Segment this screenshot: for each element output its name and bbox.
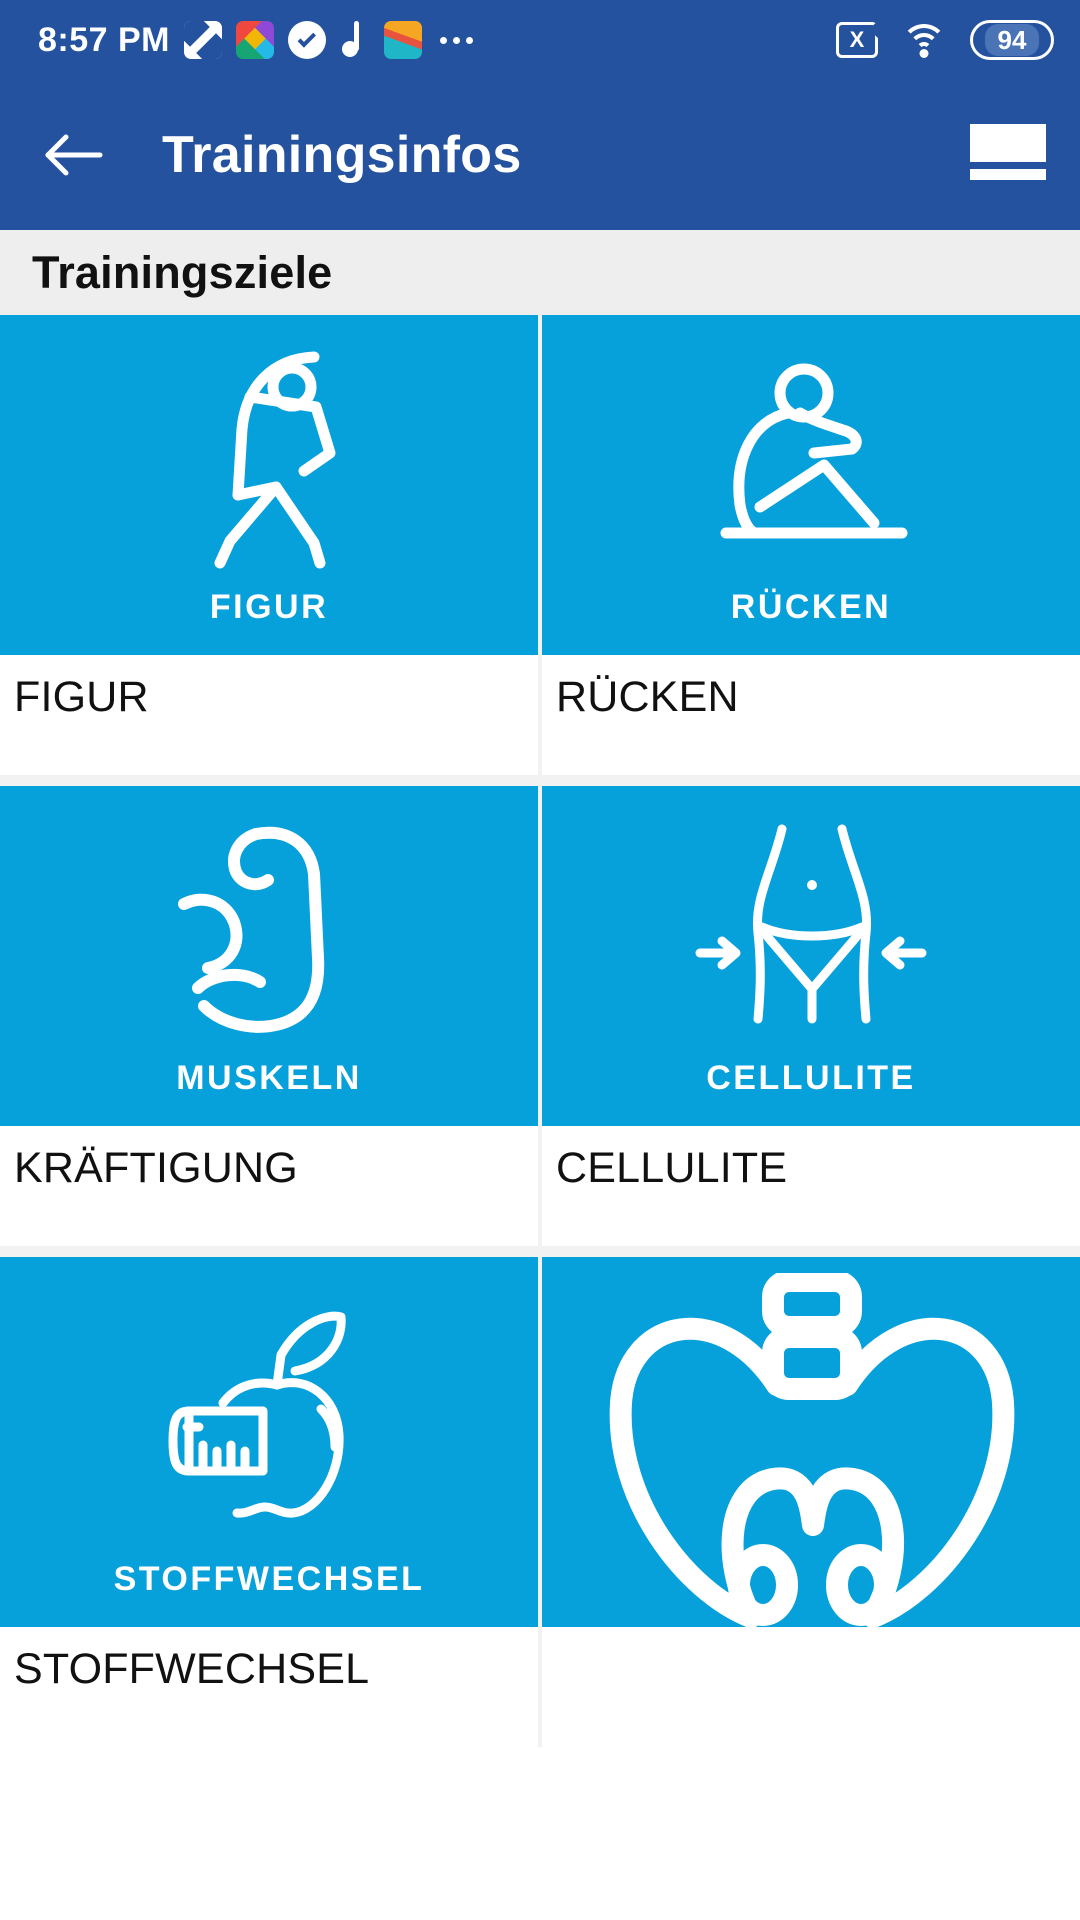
apple-measuring-tape-icon [0,1257,538,1560]
card-caption-stoffwechsel: STOFFWECHSEL [0,1627,538,1747]
page-title: Trainingsinfos [162,126,522,184]
card-stoffwechsel[interactable]: STOFFWECHSEL STOFFWECHSEL [0,1257,538,1747]
photo-editor-icon [236,21,274,59]
card-tile-stoffwechsel: STOFFWECHSEL [0,1257,538,1627]
card-caption-cellulite: CELLULITE [542,1126,1080,1246]
back-arrow-icon[interactable] [40,122,106,188]
flexed-bicep-icon [0,786,538,1059]
battery-icon: 94 [970,20,1054,60]
sim-card-error-icon: X [836,22,878,58]
card-caption-muskeln: KRÄFTIGUNG [0,1126,538,1246]
menu-icon-block [970,124,1046,162]
tile-label-muskeln: MUSKELN [176,1059,362,1097]
pelvic-floor-icon [542,1257,1080,1627]
status-bar-right: X 94 [836,20,1054,60]
card-tile-figur: FIGUR [0,315,538,655]
card-caption-figur: FIGUR [0,655,538,775]
app-bar: Trainingsinfos [0,80,1080,230]
card-cellulite[interactable]: CELLULITE CELLULITE [542,786,1080,1246]
tile-label-ruecken: RÜCKEN [730,588,892,626]
status-clock: 8:57 PM [38,21,170,59]
tile-label-figur: FIGUR [209,588,329,626]
menu-icon-line [970,169,1046,180]
tile-label-stoffwechsel: STOFFWECHSEL [113,1560,425,1598]
section-title: Trainingsziele [32,246,333,298]
card-muskeln[interactable]: MUSKELN KRÄFTIGUNG [0,786,538,1246]
megasync-icon [184,21,222,59]
card-tile-muskeln: MUSKELN [0,786,538,1126]
card-tile-ruecken: RÜCKEN [542,315,1080,655]
seated-back-stretch-icon [542,315,1080,588]
section-header: Trainingsziele [0,230,1080,315]
menu-icon[interactable] [970,124,1046,186]
status-bar: 8:57 PM X 94 [0,0,1080,80]
card-tile-cellulite: CELLULITE [542,786,1080,1126]
walking-stretching-figure-icon [0,315,538,588]
music-note-icon [340,21,370,59]
gallery-icon [384,21,422,59]
card-beckenboden[interactable] [542,1257,1080,1747]
status-bar-left: 8:57 PM [38,21,473,59]
battery-level-label: 94 [984,24,1040,56]
check-circle-icon [288,21,326,59]
card-caption-beckenboden [542,1627,1080,1747]
card-caption-ruecken: RÜCKEN [542,655,1080,775]
wifi-icon [900,22,948,58]
tile-label-cellulite: CELLULITE [706,1059,916,1097]
card-ruecken[interactable]: RÜCKEN RÜCKEN [542,315,1080,775]
card-tile-beckenboden [542,1257,1080,1627]
sim-x-glyph: X [849,27,865,52]
waist-slimming-icon [542,786,1080,1059]
more-dots-icon [440,36,473,44]
training-goals-grid: FIGUR FIGUR RÜCKEN RÜCKEN MUSKELN KRÄFTI… [0,315,1080,1747]
card-figur[interactable]: FIGUR FIGUR [0,315,538,775]
